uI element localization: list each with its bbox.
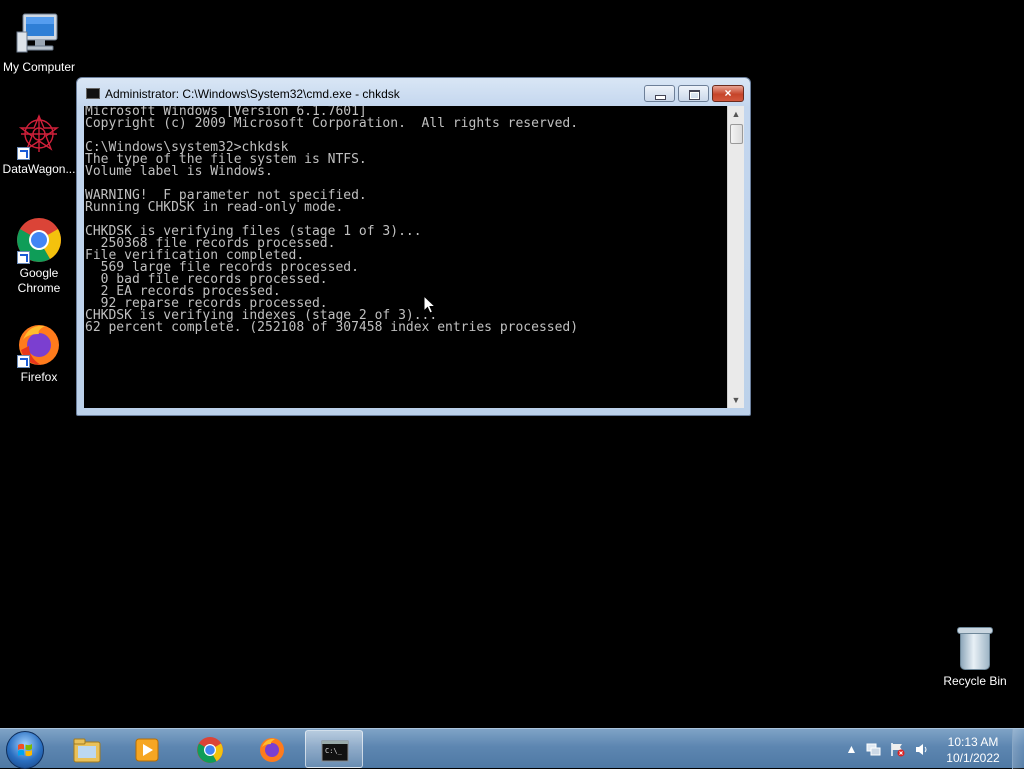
taskbar: C:\_ ▲ 10:13 AM 10/1/2022 bbox=[0, 728, 1024, 769]
console-text: Microsoft Windows [Version 6.1.7601] Cop… bbox=[85, 106, 579, 335]
firefox-icon bbox=[260, 738, 284, 762]
cmd-icon bbox=[86, 88, 100, 99]
taskbar-clock[interactable]: 10:13 AM 10/1/2022 bbox=[939, 734, 1007, 766]
mouse-cursor-icon bbox=[423, 294, 437, 315]
show-hidden-icons[interactable]: ▲ bbox=[844, 742, 859, 757]
scroll-up-icon[interactable]: ▲ bbox=[728, 106, 744, 122]
taskbar-firefox-button[interactable] bbox=[243, 730, 301, 768]
volume-icon[interactable] bbox=[914, 742, 929, 757]
desktop-icon-label: Recycle Bin bbox=[943, 674, 1007, 688]
chrome-icon bbox=[197, 737, 223, 763]
start-orb-icon bbox=[18, 743, 32, 757]
desktop-icon-label: My Computer bbox=[2, 60, 76, 74]
desktop-icon-firefox[interactable]: Firefox bbox=[1, 320, 77, 385]
shortcut-arrow-icon bbox=[17, 355, 30, 368]
scroll-thumb[interactable] bbox=[730, 124, 743, 144]
shortcut-arrow-icon bbox=[17, 147, 30, 160]
desktop-icon-label: DataWagon... bbox=[2, 162, 76, 176]
taskbar-explorer-button[interactable] bbox=[58, 730, 116, 768]
minimize-icon bbox=[655, 95, 666, 100]
taskbar-chrome-button[interactable] bbox=[181, 730, 239, 768]
maximize-icon bbox=[689, 90, 700, 100]
chrome-icon bbox=[15, 216, 63, 264]
media-player-icon bbox=[135, 738, 159, 762]
svg-text:C:\_: C:\_ bbox=[325, 747, 343, 755]
firefox-icon bbox=[15, 320, 63, 368]
taskbar-cmd-button[interactable]: C:\_ bbox=[305, 730, 363, 768]
window-title: Administrator: C:\Windows\System32\cmd.e… bbox=[105, 87, 400, 101]
recycle-bin-icon bbox=[957, 627, 993, 670]
maximize-button[interactable] bbox=[678, 85, 709, 102]
taskbar-media-player-button[interactable] bbox=[118, 730, 176, 768]
desktop-icon-label: Firefox bbox=[20, 370, 58, 384]
action-center-icon[interactable] bbox=[890, 742, 905, 757]
computer-icon bbox=[15, 10, 63, 58]
scroll-down-icon[interactable]: ▼ bbox=[728, 392, 744, 408]
desktop-icon-my-computer[interactable]: My Computer bbox=[1, 10, 77, 75]
clock-date: 10/1/2022 bbox=[946, 751, 1000, 765]
minimize-button[interactable] bbox=[644, 85, 675, 102]
start-button[interactable] bbox=[6, 731, 44, 769]
desktop-icon-recycle-bin[interactable]: Recycle Bin bbox=[937, 627, 1013, 688]
clock-time: 10:13 AM bbox=[947, 735, 999, 749]
vertical-scrollbar[interactable]: ▲ ▼ bbox=[727, 106, 744, 408]
show-desktop-button[interactable] bbox=[1012, 729, 1024, 769]
window-titlebar[interactable]: Administrator: C:\Windows\System32\cmd.e… bbox=[77, 78, 750, 106]
cmd-window[interactable]: Administrator: C:\Windows\System32\cmd.e… bbox=[76, 77, 751, 416]
cmd-icon: C:\_ bbox=[321, 740, 349, 762]
explorer-icon bbox=[73, 738, 101, 763]
desktop-icon-google-chrome[interactable]: Google Chrome bbox=[1, 216, 77, 296]
desktop-icon-datawagon[interactable]: DataWagon... bbox=[1, 112, 77, 177]
network-icon[interactable] bbox=[866, 742, 881, 757]
datawagon-icon bbox=[15, 112, 63, 160]
close-button[interactable]: × bbox=[712, 85, 744, 102]
console-output[interactable]: Microsoft Windows [Version 6.1.7601] Cop… bbox=[84, 106, 727, 408]
desktop-icon-label: Google Chrome bbox=[17, 266, 61, 295]
close-icon: × bbox=[724, 86, 732, 100]
shortcut-arrow-icon bbox=[17, 251, 30, 264]
